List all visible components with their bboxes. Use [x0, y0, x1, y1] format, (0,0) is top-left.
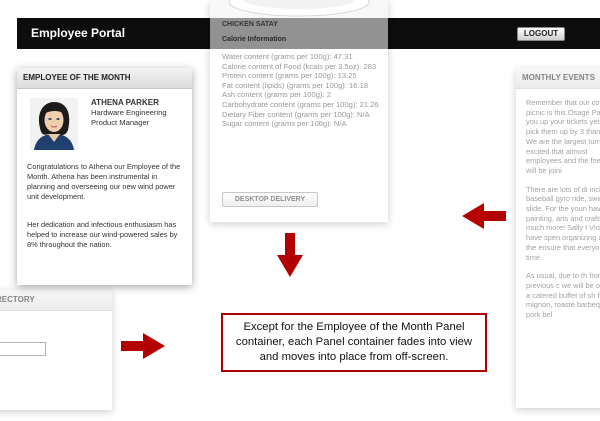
annotation-callout: Except for the Employee of the Month Pan… — [221, 313, 487, 372]
event-paragraph: As usual, due to th from our previous c … — [526, 271, 600, 320]
logout-button[interactable]: LOGOUT — [517, 27, 565, 41]
nutrition-row: Dietary Fiber content (grams per 100g): … — [222, 109, 370, 119]
employee-name: ATHENA PARKER — [91, 98, 159, 107]
arrow-right-icon — [121, 333, 165, 359]
calorie-info-label: Calorie Information — [222, 36, 287, 43]
portal-title: Employee Portal — [31, 26, 126, 40]
employee-paragraph-2: Her dedication and infectious enthusiasm… — [27, 220, 178, 249]
directory-header: RECTORY — [0, 290, 112, 311]
employee-paragraph-1: Congratulations to Athena our Employee o… — [27, 162, 181, 201]
nutrition-row: Water content (grams per 100g): 47.31 — [222, 52, 353, 61]
directory-panel: RECTORY — [0, 290, 112, 410]
employee-of-month-header: EMPLOYEE OF THE MONTH — [17, 68, 192, 89]
food-name: CHICKEN SATAY — [222, 21, 278, 28]
event-paragraph: Remember that our company picnic is this… — [526, 98, 600, 175]
employee-of-month-panel: EMPLOYEE OF THE MONTH ATHENA PARKER Hard… — [17, 68, 192, 285]
nutrition-panel: CHICKEN SATAY Calorie Information Water … — [210, 0, 388, 222]
monthly-events-header: MONTHLY EVENTS — [516, 68, 600, 89]
nutrition-row: Ash content (grams per 100g): 2 — [222, 90, 331, 100]
employee-role-line1: Hardware Engineering — [91, 108, 167, 117]
directory-search-input[interactable] — [0, 342, 46, 356]
food-image — [210, 0, 388, 18]
monthly-events-panel: MONTHLY EVENTS Remember that our company… — [516, 68, 600, 408]
nutrition-row: Sugar content (grams per 100g): N/A — [222, 119, 347, 129]
employee-avatar — [30, 98, 78, 150]
nutrition-row: Fat content (lipids) (grams per 100g): 1… — [222, 80, 369, 90]
annotation-text: Except for the Employee of the Month Pan… — [235, 321, 473, 363]
event-paragraph: There are lots of di including, baseball… — [526, 184, 600, 262]
employee-role-line2: Product Manager — [91, 118, 150, 127]
arrow-left-icon — [462, 203, 506, 229]
arrow-down-icon — [277, 233, 303, 277]
nutrition-list: Water content (grams per 100g): 47.31 Ca… — [222, 52, 382, 129]
nutrition-row: Carbohydrate content (grams per 100g): 2… — [222, 99, 379, 109]
monthly-events-body: Remember that our company picnic is this… — [526, 98, 600, 329]
employee-info: ATHENA PARKER Hardware Engineering Produ… — [91, 98, 191, 128]
nutrition-row: Calorie content of Food (kcals per 3.5oz… — [222, 61, 377, 71]
desktop-delivery-button[interactable]: DESKTOP DELIVERY — [222, 192, 318, 207]
nutrition-row: Protein content (grams per 100g): 13.25 — [222, 71, 357, 81]
